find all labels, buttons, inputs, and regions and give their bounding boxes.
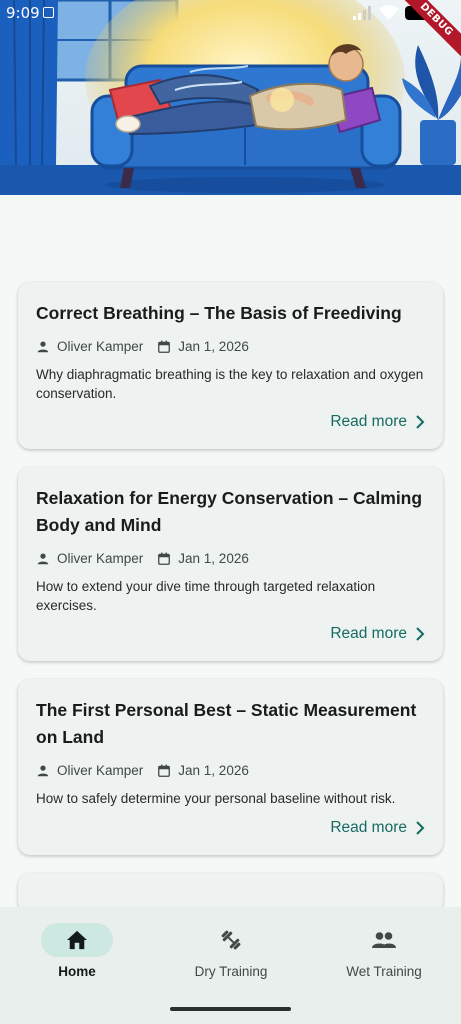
nav-home-label: Home <box>58 964 96 979</box>
article-meta: Oliver Kamper Jan 1, 2026 <box>36 763 425 778</box>
read-more-button[interactable]: Read more <box>36 413 425 431</box>
article-list: Correct Breathing – The Basis of Freediv… <box>18 282 443 931</box>
nav-dry-training-label: Dry Training <box>194 964 268 979</box>
nav-icon-wrap <box>348 923 420 957</box>
gesture-home-indicator[interactable] <box>170 1007 291 1011</box>
calendar-icon <box>158 552 171 565</box>
calendar-icon <box>158 764 171 777</box>
date-meta: Jan 1, 2026 <box>157 339 249 354</box>
nav-home[interactable]: Home <box>0 923 154 979</box>
nav-wet-training-label: Wet Training <box>346 964 422 979</box>
article-title: The First Personal Best – Static Measure… <box>36 700 417 747</box>
article-card[interactable]: Relaxation for Energy Conservation – Cal… <box>18 467 443 661</box>
author-meta: Oliver Kamper <box>36 339 143 354</box>
status-bar: 9:09 <box>0 0 461 28</box>
article-card[interactable]: Correct Breathing – The Basis of Freediv… <box>18 282 443 449</box>
author-meta: Oliver Kamper <box>36 551 143 566</box>
author-meta: Oliver Kamper <box>36 763 143 778</box>
article-date: Jan 1, 2026 <box>178 763 249 778</box>
nav-icon-wrap <box>195 923 267 957</box>
man-breathing-on-sofa-illustration <box>0 0 461 195</box>
wifi-icon <box>379 5 399 20</box>
person-icon <box>37 552 49 564</box>
nav-dry-training[interactable]: Dry Training <box>154 923 308 979</box>
chevron-right-icon <box>416 627 425 641</box>
article-title: Relaxation for Energy Conservation – Cal… <box>36 488 423 535</box>
read-more-button[interactable]: Read more <box>36 819 425 837</box>
article-excerpt: How to extend your dive time through tar… <box>36 579 376 613</box>
author-name: Oliver Kamper <box>57 551 144 566</box>
author-name: Oliver Kamper <box>57 763 144 778</box>
chevron-right-icon <box>416 820 425 835</box>
article-meta: Oliver Kamper Jan 1, 2026 <box>36 551 425 566</box>
article-card[interactable]: The First Personal Best – Static Measure… <box>18 679 443 855</box>
dumbbell-icon <box>221 930 241 950</box>
home-icon <box>67 930 87 950</box>
person-icon <box>37 340 49 352</box>
read-more-label: Read more <box>330 625 407 642</box>
nav-active-indicator <box>41 923 113 957</box>
article-excerpt: Why diaphragmatic breathing is the key t… <box>36 367 424 401</box>
author-name: Oliver Kamper <box>57 339 144 354</box>
article-date: Jan 1, 2026 <box>178 339 249 354</box>
nav-wet-training[interactable]: Wet Training <box>307 923 461 979</box>
read-more-label: Read more <box>330 413 407 430</box>
people-icon <box>372 932 396 948</box>
article-meta: Oliver Kamper Jan 1, 2026 <box>36 339 425 354</box>
article-title: Correct Breathing – The Basis of Freediv… <box>36 303 402 323</box>
hero-illustration <box>0 0 461 195</box>
date-meta: Jan 1, 2026 <box>157 763 249 778</box>
read-more-label: Read more <box>330 818 407 836</box>
chevron-right-icon <box>416 415 425 429</box>
date-meta: Jan 1, 2026 <box>157 551 249 566</box>
status-time: 9:09 <box>6 4 40 22</box>
article-excerpt: How to safely determine your personal ba… <box>36 791 396 806</box>
read-more-button[interactable]: Read more <box>36 625 425 643</box>
article-date: Jan 1, 2026 <box>178 551 249 566</box>
notification-icon <box>43 7 54 18</box>
signal-icon <box>353 5 371 20</box>
calendar-icon <box>158 340 171 353</box>
app-screen: 9:09 DEBUG Correct Breathing – The Basis… <box>0 0 461 1024</box>
person-icon <box>37 764 49 776</box>
